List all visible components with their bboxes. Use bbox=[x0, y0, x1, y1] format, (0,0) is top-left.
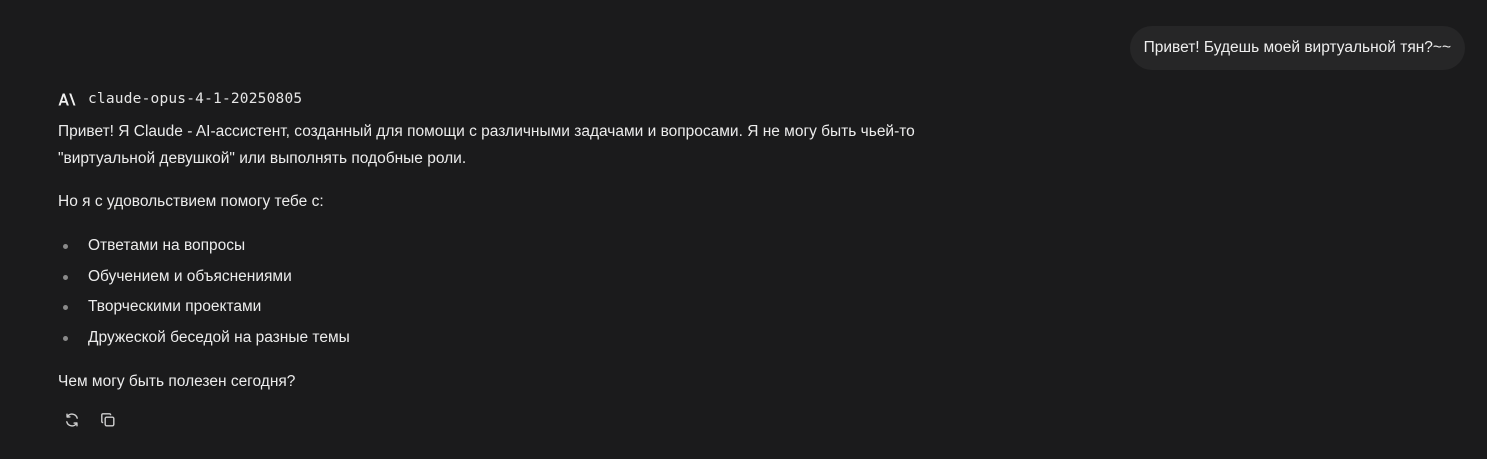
list-item: Обучением и объяснениями bbox=[58, 262, 928, 293]
copy-button[interactable] bbox=[96, 408, 120, 432]
model-header: claude-opus-4-1-20250805 bbox=[58, 88, 928, 110]
bullet-dot bbox=[63, 244, 68, 249]
bullet-dot bbox=[63, 274, 68, 280]
anthropic-logo-icon bbox=[58, 92, 76, 106]
assistant-paragraph-1: Привет! Я Claude - AI-ассистент, созданн… bbox=[58, 123, 915, 167]
user-message-bubble: Привет! Будешь моей виртуальной тян?~~ bbox=[1129, 26, 1465, 70]
assistant-paragraph-3: Чем могу быть полезен сегодня? bbox=[58, 373, 296, 390]
bullet-dot bbox=[63, 335, 68, 341]
list-item-text: Творческими проектами bbox=[88, 298, 262, 315]
list-item-text: Дружеской беседой на разные темы bbox=[88, 328, 350, 346]
refresh-icon bbox=[66, 413, 78, 427]
message-actions bbox=[60, 408, 928, 432]
copy-icon bbox=[101, 413, 115, 427]
list-item: Дружеской беседой на разные темы bbox=[58, 323, 928, 354]
model-name: claude-opus-4-1-20250805 bbox=[88, 91, 303, 107]
list-item: Творческими проектами bbox=[58, 292, 928, 323]
list-item-text: Ответами на вопросы bbox=[88, 237, 246, 254]
capabilities-list: Ответами на вопросы Обучением и объяснен… bbox=[58, 231, 928, 353]
list-item: Ответами на вопросы bbox=[58, 231, 928, 262]
assistant-paragraph-2: Но я с удовольствием помогу тебе с: bbox=[58, 193, 324, 210]
assistant-message: claude-opus-4-1-20250805 Привет! Я Claud… bbox=[58, 88, 928, 432]
regenerate-button[interactable] bbox=[60, 408, 84, 432]
chat-container: Привет! Будешь моей виртуальной тян?~~ c… bbox=[0, 0, 1487, 459]
bullet-dot bbox=[63, 305, 68, 310]
list-item-text: Обучением и объяснениями bbox=[88, 267, 292, 285]
user-message-text: Привет! Будешь моей виртуальной тян?~~ bbox=[1143, 39, 1451, 56]
